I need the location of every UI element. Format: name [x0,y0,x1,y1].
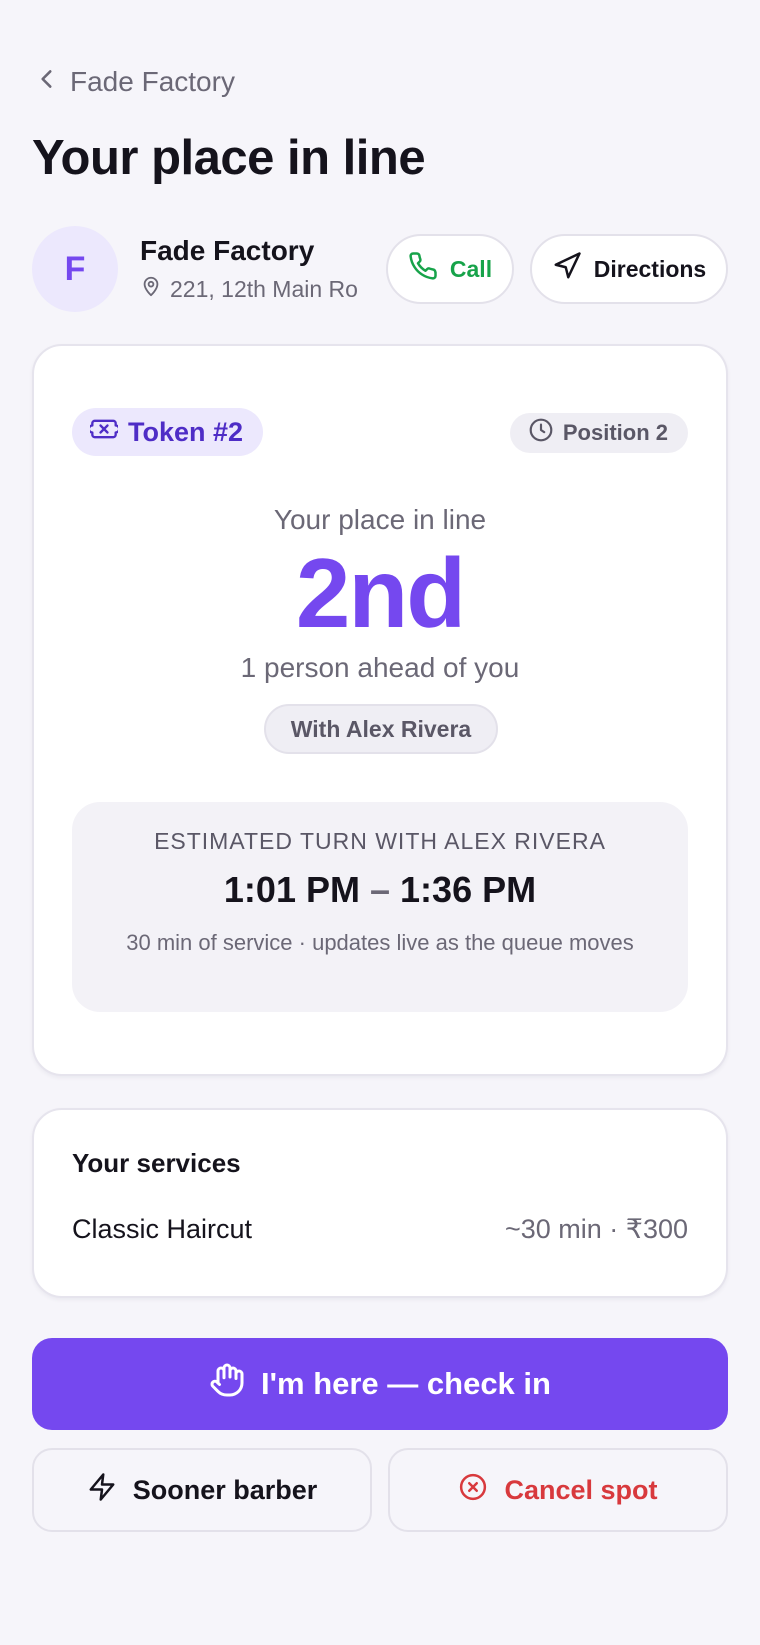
barber-chip: With Alex Rivera [264,704,498,754]
chevron-left-icon [34,66,60,99]
cancel-spot-label: Cancel spot [504,1474,658,1505]
position-label: Position 2 [562,420,668,445]
eta-end: 1:36 PM [400,869,537,910]
service-meta: ~30 min · ₹300 [504,1214,688,1244]
directions-button[interactable]: Directions [530,234,728,304]
zap-icon [87,1472,117,1509]
phone-icon [408,251,438,287]
token-label: Token #2 [128,416,244,447]
eta-panel: ESTIMATED TURN WITH ALEX RIVERA 1:01 PM … [72,802,688,1012]
token-badge: Token #2 [72,408,264,456]
eta-time: 1:01 PM – 1:36 PM [72,869,688,911]
call-button[interactable]: Call [386,234,514,304]
hand-icon [209,1362,245,1406]
position-badge: Position 2 [509,413,688,453]
place-value: 2nd [295,538,466,648]
eta-start: 1:01 PM [223,869,360,910]
services-card: Your services Classic Haircut ~30 min · … [32,1108,728,1298]
check-in-button[interactable]: I'm here — check in [32,1338,728,1430]
shop-info: Fade Factory 221, 12th Main Ro [140,235,364,303]
sooner-barber-label: Sooner barber [132,1474,318,1505]
call-button-label: Call [449,255,493,282]
eta-note: 30 min of service · updates live as the … [126,930,634,955]
navigation-icon [552,251,582,287]
shop-name: Fade Factory [140,235,315,266]
cancel-spot-button[interactable]: Cancel spot [388,1448,728,1532]
shop-header: F Fade Factory 221, 12th Main Ro Call Di… [32,226,728,312]
clock-icon [528,417,554,449]
x-circle-icon [458,1472,488,1509]
eta-label: ESTIMATED TURN WITH ALEX RIVERA [154,828,606,854]
shop-avatar: F [32,226,118,312]
shop-address-text: 221, 12th Main Ro [170,275,358,302]
page-title: Your place in line [32,131,426,185]
people-ahead: 1 person ahead of you [240,652,520,683]
service-name: Classic Haircut [72,1214,253,1244]
back-link[interactable]: Fade Factory [34,62,235,102]
ticket-icon [87,415,121,450]
queue-card: Token #2 Position 2 Your place in line 2… [32,344,728,1076]
back-link-label: Fade Factory [70,66,235,97]
place-label: Your place in line [273,504,487,535]
map-pin-icon [140,275,162,303]
services-title: Your services [72,1148,241,1178]
eta-separator: – [369,869,391,910]
check-in-label: I'm here — check in [261,1366,551,1401]
directions-button-label: Directions [593,255,707,282]
sooner-barber-button[interactable]: Sooner barber [32,1448,372,1532]
shop-address: 221, 12th Main Ro [140,275,364,303]
